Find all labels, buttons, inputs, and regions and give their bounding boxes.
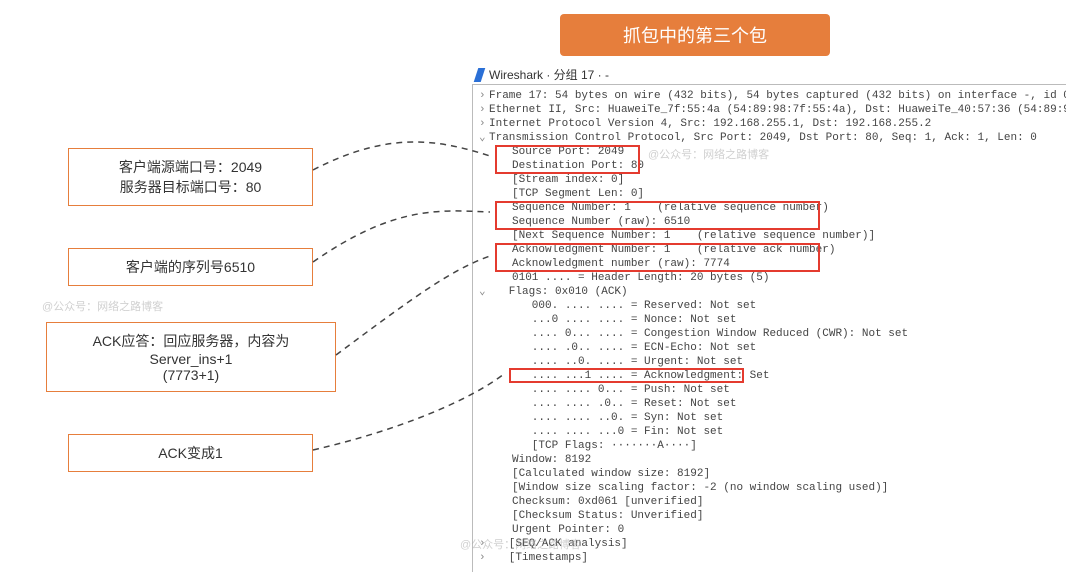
packet-line: [Window size scaling factor: -2 (no wind… (479, 481, 1066, 495)
pl-f-ecn: .... .0.. .... = ECN-Echo: Not set (492, 342, 756, 354)
packet-line: ...0 .... .... = Nonce: Not set (479, 313, 1066, 327)
watermark: @公众号：网络之路博客 (42, 298, 163, 314)
packet-line: ›Internet Protocol Version 4, Src: 192.1… (479, 117, 1066, 131)
pl-window: Window: 8192 (492, 454, 591, 466)
pl-f-rst: .... .... .0.. = Reset: Not set (492, 398, 736, 410)
pl-ack: Acknowledgment Number: 1 (relative ack n… (492, 244, 835, 256)
tree-toggle-icon[interactable]: › (479, 537, 489, 551)
packet-line: Sequence Number: 1 (relative sequence nu… (479, 201, 1066, 215)
packet-line: .... ...1 .... = Acknowledgment: Set (479, 369, 1066, 383)
annotation-ackflag: ACK变成1 (68, 434, 313, 472)
packet-line: 000. .... .... = Reserved: Not set (479, 299, 1066, 313)
connector-3 (336, 256, 490, 355)
annotation-seq: 客户端的序列号6510 (68, 248, 313, 286)
packet-line: .... .0.. .... = ECN-Echo: Not set (479, 341, 1066, 355)
pl-winscale: [Window size scaling factor: -2 (no wind… (492, 482, 888, 494)
pl-dstport: Destination Port: 80 (492, 160, 644, 172)
pl-frame: Frame 17: 54 bytes on wire (432 bits), 5… (489, 90, 1066, 102)
tree-toggle-icon[interactable]: › (479, 103, 489, 117)
pl-f-tcpflags: [TCP Flags: ·······A····] (492, 440, 697, 452)
packet-line: Window: 8192 (479, 453, 1066, 467)
pl-f-ack: .... ...1 .... = Acknowledgment: Set (492, 370, 769, 382)
packet-line: .... .... ..0. = Syn: Not set (479, 411, 1066, 425)
pl-ts: [Timestamps] (489, 552, 588, 564)
tree-toggle-icon[interactable]: › (479, 117, 489, 131)
packet-line: [TCP Flags: ·······A····] (479, 439, 1066, 453)
pl-srcport: Source Port: 2049 (492, 146, 624, 158)
packet-line: [Checksum Status: Unverified] (479, 509, 1066, 523)
connector-1 (313, 142, 490, 170)
pl-seglen: [TCP Segment Len: 0] (492, 188, 644, 200)
tree-toggle-icon[interactable]: › (479, 89, 489, 103)
pl-f-reserved: 000. .... .... = Reserved: Not set (492, 300, 756, 312)
packet-line: [Stream index: 0] (479, 173, 1066, 187)
pl-ip: Internet Protocol Version 4, Src: 192.16… (489, 118, 931, 130)
packet-line: › [Timestamps] (479, 551, 1066, 565)
packet-detail-panel: ›Frame 17: 54 bytes on wire (432 bits), … (472, 84, 1066, 572)
packet-line: 0101 .... = Header Length: 20 bytes (5) (479, 271, 1066, 285)
packet-line: Acknowledgment Number: 1 (relative ack n… (479, 243, 1066, 257)
pl-calcwin: [Calculated window size: 8192] (492, 468, 710, 480)
pl-f-cwr: .... 0... .... = Congestion Window Reduc… (492, 328, 908, 340)
packet-line: ›Ethernet II, Src: HuaweiTe_7f:55:4a (54… (479, 103, 1066, 117)
packet-line: [Calculated window size: 8192] (479, 467, 1066, 481)
packet-line: .... ..0. .... = Urgent: Not set (479, 355, 1066, 369)
pl-flags: Flags: 0x010 (ACK) (489, 286, 628, 298)
pl-f-nonce: ...0 .... .... = Nonce: Not set (492, 314, 736, 326)
tree-toggle-icon[interactable]: ⌄ (479, 285, 489, 299)
packet-line: Checksum: 0xd061 [unverified] (479, 495, 1066, 509)
packet-line: Acknowledgment number (raw): 7774 (479, 257, 1066, 271)
annotation-seq-text: 客户端的序列号6510 (85, 257, 296, 277)
tree-toggle-icon[interactable]: › (479, 551, 489, 565)
connector-2 (313, 211, 490, 262)
packet-line: Sequence Number (raw): 6510 (479, 215, 1066, 229)
pl-f-fin: .... .... ...0 = Fin: Not set (492, 426, 723, 438)
pl-tcp: Transmission Control Protocol, Src Port:… (489, 132, 1037, 144)
pl-seqack: [SEQ/ACK analysis] (489, 538, 628, 550)
annotation-ackflag-text: ACK变成1 (85, 443, 296, 463)
packet-line: [TCP Segment Len: 0] (479, 187, 1066, 201)
packet-line: Destination Port: 80 (479, 159, 1066, 173)
annotation-ack-l1: ACK应答：回应服务器，内容为 (63, 331, 319, 351)
annotation-ack: ACK应答：回应服务器，内容为 Server_ins+1 (7773+1) (46, 322, 336, 392)
packet-line: ⌄ Flags: 0x010 (ACK) (479, 285, 1066, 299)
packet-line: .... .... ...0 = Fin: Not set (479, 425, 1066, 439)
pl-f-syn: .... .... ..0. = Syn: Not set (492, 412, 723, 424)
packet-line: Source Port: 2049 (479, 145, 1066, 159)
pl-f-psh: .... .... 0... = Push: Not set (492, 384, 730, 396)
wireshark-title-text: Wireshark · 分组 17 · - (489, 66, 609, 83)
pl-urgptr: Urgent Pointer: 0 (492, 524, 624, 536)
packet-line: Urgent Pointer: 0 (479, 523, 1066, 537)
wireshark-fin-icon (474, 68, 486, 82)
annotation-ports-l1: 客户端源端口号：2049 (85, 157, 296, 177)
packet-line: [Next Sequence Number: 1 (relative seque… (479, 229, 1066, 243)
packet-line: .... .... 0... = Push: Not set (479, 383, 1066, 397)
pl-hdrlen: 0101 .... = Header Length: 20 bytes (5) (492, 272, 769, 284)
annotation-ports: 客户端源端口号：2049 服务器目标端口号：80 (68, 148, 313, 206)
title-badge: 抓包中的第三个包 (560, 14, 830, 56)
wireshark-window-title: Wireshark · 分组 17 · - (476, 66, 609, 83)
pl-ckstatus: [Checksum Status: Unverified] (492, 510, 703, 522)
pl-eth: Ethernet II, Src: HuaweiTe_7f:55:4a (54:… (489, 104, 1066, 116)
packet-line: › [SEQ/ACK analysis] (479, 537, 1066, 551)
annotation-ports-l2: 服务器目标端口号：80 (85, 177, 296, 197)
pl-nextseq: [Next Sequence Number: 1 (relative seque… (492, 230, 875, 242)
pl-seqraw: Sequence Number (raw): 6510 (492, 216, 690, 228)
packet-line: .... 0... .... = Congestion Window Reduc… (479, 327, 1066, 341)
packet-line: .... .... .0.. = Reset: Not set (479, 397, 1066, 411)
pl-f-urg: .... ..0. .... = Urgent: Not set (492, 356, 743, 368)
annotation-ack-l3: (7773+1) (63, 367, 319, 383)
packet-line: ›Frame 17: 54 bytes on wire (432 bits), … (479, 89, 1066, 103)
pl-seq: Sequence Number: 1 (relative sequence nu… (492, 202, 829, 214)
pl-cksum: Checksum: 0xd061 [unverified] (492, 496, 703, 508)
pl-stream: [Stream index: 0] (492, 174, 624, 186)
packet-line: ⌄Transmission Control Protocol, Src Port… (479, 131, 1066, 145)
annotation-ack-l2: Server_ins+1 (63, 351, 319, 367)
tree-toggle-icon[interactable]: ⌄ (479, 131, 489, 145)
pl-ackraw: Acknowledgment number (raw): 7774 (492, 258, 730, 270)
